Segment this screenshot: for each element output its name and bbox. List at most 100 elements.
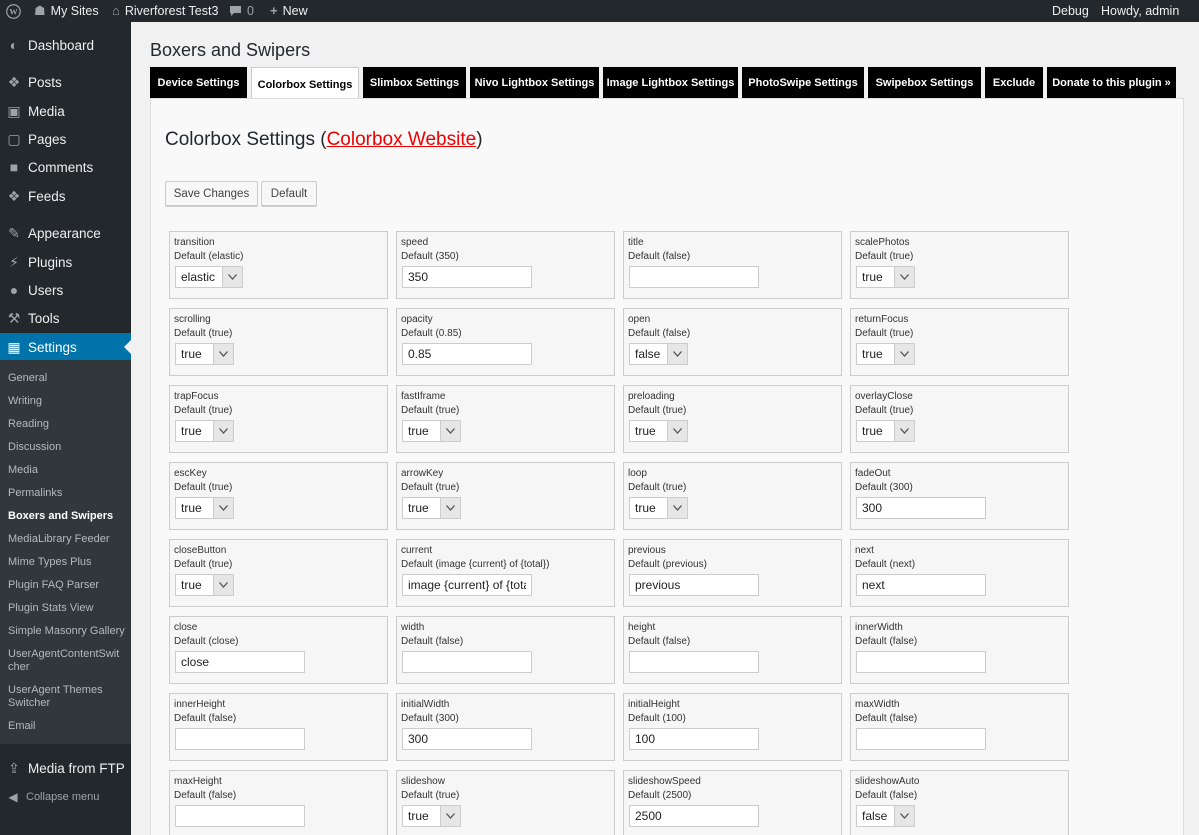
escKey-select[interactable]: true bbox=[175, 497, 234, 519]
setting-default: Default (false) bbox=[174, 790, 237, 801]
arrowKey-select[interactable]: true bbox=[402, 497, 461, 519]
my-sites-link[interactable]: ☗ My Sites bbox=[34, 0, 99, 22]
setting-maxWidth: maxWidth Default (false) bbox=[850, 693, 1069, 761]
setting-label: closeButton bbox=[174, 545, 227, 556]
current-input[interactable] bbox=[402, 574, 532, 596]
submenu-reading[interactable]: Reading bbox=[8, 418, 128, 431]
maxWidth-input[interactable] bbox=[856, 728, 986, 750]
setting-default: Default (false) bbox=[855, 636, 918, 647]
closeButton-select[interactable]: true bbox=[175, 574, 234, 596]
tab-device-settings[interactable]: Device Settings bbox=[150, 67, 247, 99]
submenu-permalinks[interactable]: Permalinks bbox=[8, 487, 128, 500]
submenu-email[interactable]: Email bbox=[8, 720, 128, 733]
trapFocus-select[interactable]: true bbox=[175, 420, 234, 442]
preloading-select[interactable]: true bbox=[629, 420, 688, 442]
plug-icon: ⚡ bbox=[9, 253, 19, 270]
menu-dashboard[interactable]: ◐ Dashboard bbox=[0, 31, 131, 59]
settings-icon: ▦ bbox=[7, 338, 21, 355]
initialHeight-input[interactable] bbox=[629, 728, 759, 750]
scrolling-select[interactable]: true bbox=[175, 343, 234, 365]
innerWidth-input[interactable] bbox=[856, 651, 986, 673]
chevron-down-icon bbox=[213, 421, 233, 441]
menu-media-from-ftp[interactable]: ⇪ Media from FTP bbox=[0, 754, 131, 782]
collapse-icon: ◀ bbox=[8, 790, 18, 804]
submenu-medialibrary-feeder[interactable]: MediaLibrary Feeder bbox=[8, 533, 128, 546]
fadeOut-input[interactable] bbox=[856, 497, 986, 519]
colorbox-website-link[interactable]: Colorbox Website bbox=[327, 129, 477, 150]
slideshowAuto-select[interactable]: false bbox=[856, 805, 915, 827]
open-select[interactable]: false bbox=[629, 343, 688, 365]
opacity-input[interactable] bbox=[402, 343, 532, 365]
transition-select[interactable]: elastic bbox=[175, 266, 243, 288]
submenu-media[interactable]: Media bbox=[8, 464, 128, 477]
tab-nivo-lightbox-settings[interactable]: Nivo Lightbox Settings bbox=[470, 67, 599, 99]
height-input[interactable] bbox=[629, 651, 759, 673]
collapse-menu-button[interactable]: ◀ Collapse menu bbox=[0, 789, 99, 805]
section-title-suffix: ) bbox=[476, 129, 483, 150]
submenu-discussion[interactable]: Discussion bbox=[8, 441, 128, 454]
menu-settings[interactable]: ▦ Settings bbox=[0, 333, 131, 361]
slideshowSpeed-input[interactable] bbox=[629, 805, 759, 827]
speed-input[interactable] bbox=[402, 266, 532, 288]
my-sites-label: My Sites bbox=[50, 4, 99, 18]
submenu-general[interactable]: General bbox=[8, 372, 128, 385]
select-value: true bbox=[408, 501, 429, 515]
tab-donate[interactable]: Donate to this plugin » bbox=[1047, 67, 1176, 99]
menu-users[interactable]: ● Users bbox=[0, 276, 131, 304]
setting-default: Default (close) bbox=[174, 636, 239, 647]
setting-label: speed bbox=[401, 237, 429, 248]
account-link[interactable]: Howdy, admin bbox=[1101, 0, 1179, 22]
setting-default: Default (false) bbox=[628, 251, 691, 262]
submenu-useragent-content-switcher[interactable]: UserAgentContentSwitcher bbox=[8, 648, 124, 674]
overlayClose-select[interactable]: true bbox=[856, 420, 915, 442]
submenu-simple-masonry-gallery[interactable]: Simple Masonry Gallery bbox=[8, 625, 128, 638]
menu-plugins[interactable]: ⚡ Plugins bbox=[0, 248, 131, 276]
select-value: true bbox=[408, 809, 429, 823]
submenu-useragent-themes-switcher[interactable]: UserAgent Themes Switcher bbox=[8, 684, 128, 710]
fastIframe-select[interactable]: true bbox=[402, 420, 461, 442]
default-button[interactable]: Default bbox=[261, 181, 317, 206]
close-input[interactable] bbox=[175, 651, 305, 673]
menu-posts[interactable]: ❖ Posts bbox=[0, 68, 131, 96]
menu-appearance[interactable]: ✎ Appearance bbox=[0, 219, 131, 247]
submenu-mime-types-plus[interactable]: Mime Types Plus bbox=[8, 556, 128, 569]
submenu-writing[interactable]: Writing bbox=[8, 395, 128, 408]
slideshow-select[interactable]: true bbox=[402, 805, 461, 827]
menu-comments[interactable]: ■ Comments bbox=[0, 153, 131, 181]
submenu-boxers-and-swipers[interactable]: Boxers and Swipers bbox=[8, 510, 128, 523]
tab-swipebox-settings[interactable]: Swipebox Settings bbox=[868, 67, 981, 99]
tab-slimbox-settings[interactable]: Slimbox Settings bbox=[363, 67, 466, 99]
select-value: true bbox=[181, 501, 202, 515]
new-content-link[interactable]: + New bbox=[270, 0, 308, 22]
next-input[interactable] bbox=[856, 574, 986, 596]
scalePhotos-select[interactable]: true bbox=[856, 266, 915, 288]
tab-exclude[interactable]: Exclude bbox=[985, 67, 1043, 99]
maxHeight-input[interactable] bbox=[175, 805, 305, 827]
innerHeight-input[interactable] bbox=[175, 728, 305, 750]
current-menu-arrow bbox=[124, 340, 131, 354]
menu-media[interactable]: ▣ Media bbox=[0, 97, 131, 125]
save-changes-button[interactable]: Save Changes bbox=[165, 181, 258, 206]
sites-icon: ☗ bbox=[34, 3, 46, 18]
menu-label: Media bbox=[28, 103, 65, 119]
previous-input[interactable] bbox=[629, 574, 759, 596]
submenu-plugin-stats-view[interactable]: Plugin Stats View bbox=[8, 602, 128, 615]
debug-link[interactable]: Debug bbox=[1052, 0, 1089, 22]
site-name-link[interactable]: ⌂ Riverforest Test3 bbox=[112, 0, 218, 22]
menu-pages[interactable]: ▢ Pages bbox=[0, 125, 131, 153]
loop-select[interactable]: true bbox=[629, 497, 688, 519]
width-input[interactable] bbox=[402, 651, 532, 673]
title-input[interactable] bbox=[629, 266, 759, 288]
submenu-plugin-faq-parser[interactable]: Plugin FAQ Parser bbox=[8, 579, 128, 592]
menu-tools[interactable]: ⚒ Tools bbox=[0, 304, 131, 332]
select-value: true bbox=[181, 347, 202, 361]
menu-feeds[interactable]: ❖ Feeds bbox=[0, 182, 131, 210]
tab-colorbox-settings[interactable]: Colorbox Settings bbox=[251, 67, 359, 101]
initialWidth-input[interactable] bbox=[402, 728, 532, 750]
returnFocus-select[interactable]: true bbox=[856, 343, 915, 365]
menu-label: Feeds bbox=[28, 188, 66, 204]
comments-link[interactable]: 0 bbox=[229, 0, 254, 22]
tab-image-lightbox-settings[interactable]: Image Lightbox Settings bbox=[603, 67, 738, 99]
wordpress-logo[interactable]: W bbox=[6, 0, 21, 22]
tab-photoswipe-settings[interactable]: PhotoSwipe Settings bbox=[742, 67, 864, 99]
